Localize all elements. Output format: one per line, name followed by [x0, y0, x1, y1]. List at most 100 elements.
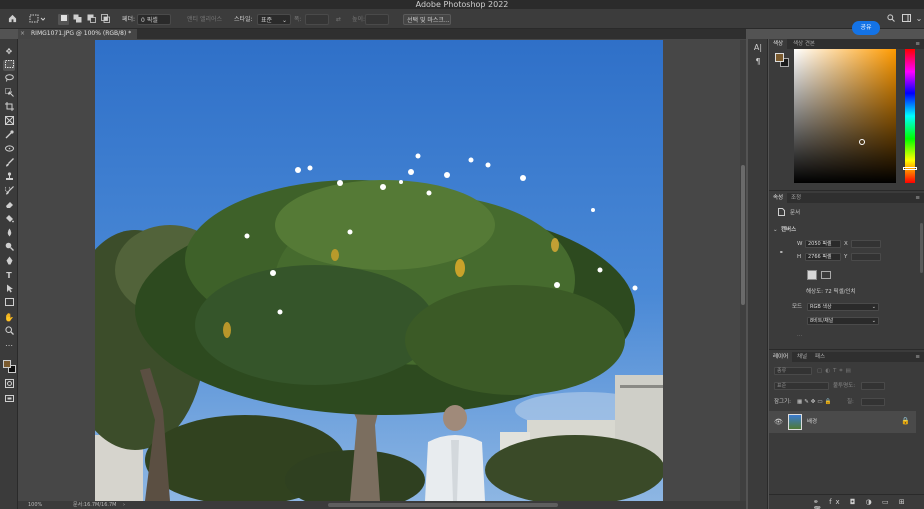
- color-picker-handle[interactable]: [859, 139, 865, 145]
- blend-mode-value: 표준: [777, 383, 787, 389]
- more-options-icon[interactable]: ⋯: [797, 332, 803, 340]
- paint-bucket-tool-icon[interactable]: [3, 214, 15, 225]
- layers-footer: ⚭ fx ◘ ◑ ▭ ⊞ 🗑: [769, 494, 924, 509]
- rectangle-tool-icon[interactable]: [3, 298, 15, 309]
- blur-tool-icon[interactable]: [3, 228, 15, 239]
- select-and-mask-button[interactable]: 선택 및 마스크...: [403, 14, 451, 25]
- tab-channels[interactable]: 채널: [793, 352, 811, 362]
- hand-tool-icon[interactable]: ✋: [3, 312, 15, 323]
- layer-name[interactable]: 배경: [807, 418, 817, 426]
- layer-action-icons[interactable]: ⚭ fx ◘ ◑ ▭ ⊞ 🗑: [813, 498, 924, 509]
- horizontal-scrollbar[interactable]: [328, 503, 558, 507]
- path-select-tool-icon[interactable]: [3, 284, 15, 295]
- width-label: 폭:: [294, 16, 302, 23]
- lock-icons[interactable]: ▦✎✥▭🔒: [797, 398, 833, 406]
- antialias-checkbox[interactable]: 앤티 앨리어스: [187, 14, 222, 25]
- healing-brush-tool-icon[interactable]: [3, 144, 15, 155]
- search-icon[interactable]: [886, 14, 896, 25]
- hue-slider-handle[interactable]: [903, 167, 917, 170]
- foreground-color-chip[interactable]: [775, 53, 784, 62]
- clone-stamp-tool-icon[interactable]: [3, 172, 15, 183]
- color-panel-swatches[interactable]: [774, 52, 790, 68]
- move-tool-icon[interactable]: ✥: [3, 46, 15, 57]
- close-icon[interactable]: ×: [20, 29, 25, 39]
- lasso-tool-icon[interactable]: [3, 74, 15, 85]
- add-selection-icon[interactable]: [72, 14, 83, 26]
- chevron-down-icon[interactable]: ⌄: [914, 14, 924, 24]
- status-arrow-icon[interactable]: ›: [123, 501, 125, 509]
- width-label: W: [797, 241, 803, 247]
- marquee-preset-icon[interactable]: [28, 14, 46, 26]
- opacity-field[interactable]: [861, 382, 885, 390]
- bit-depth-select[interactable]: 8비트/채널 ⌄: [807, 317, 879, 325]
- object-select-tool-icon[interactable]: [3, 88, 15, 99]
- fill-field[interactable]: [861, 398, 885, 406]
- portrait-orientation-icon[interactable]: [807, 270, 817, 280]
- tab-color[interactable]: 색상: [769, 39, 788, 49]
- fill-label: 칠:: [847, 399, 854, 405]
- eye-icon[interactable]: 👁: [774, 418, 783, 426]
- brush-tool-icon[interactable]: [3, 158, 15, 169]
- eraser-tool-icon[interactable]: [3, 200, 15, 211]
- canvas-height-field[interactable]: 2766 픽셀: [805, 253, 841, 261]
- new-selection-icon[interactable]: [58, 14, 69, 25]
- quick-mask-icon[interactable]: [3, 379, 15, 390]
- tab-adjustments[interactable]: 조정: [787, 193, 805, 203]
- home-icon[interactable]: [6, 14, 18, 26]
- screen-mode-icon[interactable]: [3, 394, 15, 405]
- tab-layers[interactable]: 레이어: [769, 352, 793, 362]
- share-button[interactable]: 공유: [852, 21, 880, 35]
- character-panel-icon[interactable]: A|: [752, 43, 764, 53]
- panel-menu-icon[interactable]: ≡: [915, 352, 920, 362]
- foreground-color-swatch[interactable]: [3, 360, 11, 368]
- eyedropper-tool-icon[interactable]: [3, 130, 15, 141]
- layer-row-background[interactable]: 👁 배경 🔒: [769, 411, 916, 433]
- doc-size[interactable]: 문서:16.7M/16.7M: [73, 501, 116, 509]
- canvas-section-label: 캔버스: [781, 227, 797, 233]
- style-select[interactable]: 표준 ⌄: [257, 14, 291, 25]
- canvas-vertical-scrollbar[interactable]: [740, 40, 746, 501]
- style-label: 스타일:: [234, 16, 253, 23]
- subtract-selection-icon[interactable]: [86, 14, 97, 26]
- type-tool-icon[interactable]: T: [3, 270, 15, 281]
- tab-swatches[interactable]: 색상 견본: [789, 39, 819, 49]
- panel-separator: [769, 349, 924, 350]
- layer-kind-filter[interactable]: 종류: [774, 367, 812, 375]
- canvas-width-field[interactable]: 2050 픽셀: [805, 240, 841, 248]
- crop-tool-icon[interactable]: [3, 102, 15, 113]
- panel-menu-icon[interactable]: ≡: [915, 39, 920, 49]
- document-image[interactable]: [95, 40, 663, 501]
- color-picker-field[interactable]: [794, 49, 896, 183]
- resolution-text: 해상도: 72 픽셀/인치: [806, 289, 856, 295]
- tab-paths[interactable]: 패스: [811, 352, 829, 362]
- right-panels: 색상 색상 견본 ≡ 속성 조정 ≡ 문서 ⌄ 캔버스 ⚭ W 2050 픽셀 …: [769, 39, 924, 509]
- landscape-orientation-icon[interactable]: [821, 271, 831, 279]
- lock-icon: 🔒: [901, 417, 910, 425]
- canvas-section-chevron-icon[interactable]: ⌄: [773, 226, 778, 234]
- layer-filter-icons[interactable]: ▢◐T⌗▤: [817, 367, 854, 375]
- hue-slider[interactable]: [903, 49, 917, 183]
- tab-properties[interactable]: 속성: [769, 193, 788, 203]
- scrollbar-thumb[interactable]: [741, 165, 745, 305]
- color-swatches[interactable]: [2, 359, 16, 373]
- zoom-level[interactable]: 100%: [28, 501, 42, 509]
- layer-kind-label: 종류: [777, 368, 787, 374]
- pen-tool-icon[interactable]: [3, 256, 15, 267]
- workspace-icon[interactable]: [901, 14, 911, 25]
- paragraph-panel-icon[interactable]: ¶: [752, 57, 764, 67]
- history-brush-tool-icon[interactable]: [3, 186, 15, 197]
- more-tools-icon[interactable]: ⋯: [3, 340, 15, 351]
- document-tab[interactable]: × RIMG1071.JPG @ 100% (RGB/8) *: [18, 29, 138, 39]
- rect-marquee-tool-icon[interactable]: [3, 60, 15, 71]
- link-icon[interactable]: ⚭: [779, 249, 784, 257]
- zoom-tool-icon[interactable]: [3, 326, 15, 337]
- mode-select[interactable]: RGB 색상 ⌄: [807, 303, 879, 311]
- frame-tool-icon[interactable]: [3, 116, 15, 127]
- panel-menu-icon[interactable]: ≡: [915, 193, 920, 203]
- intersect-selection-icon[interactable]: [100, 14, 111, 26]
- properties-scrollbar[interactable]: [920, 223, 923, 273]
- blend-mode-select[interactable]: 표준: [774, 382, 829, 390]
- dodge-tool-icon[interactable]: [3, 242, 15, 253]
- layers-panel-tabs: 레이어 채널 패스 ≡: [769, 352, 924, 362]
- feather-input[interactable]: 0 픽셀: [137, 14, 171, 25]
